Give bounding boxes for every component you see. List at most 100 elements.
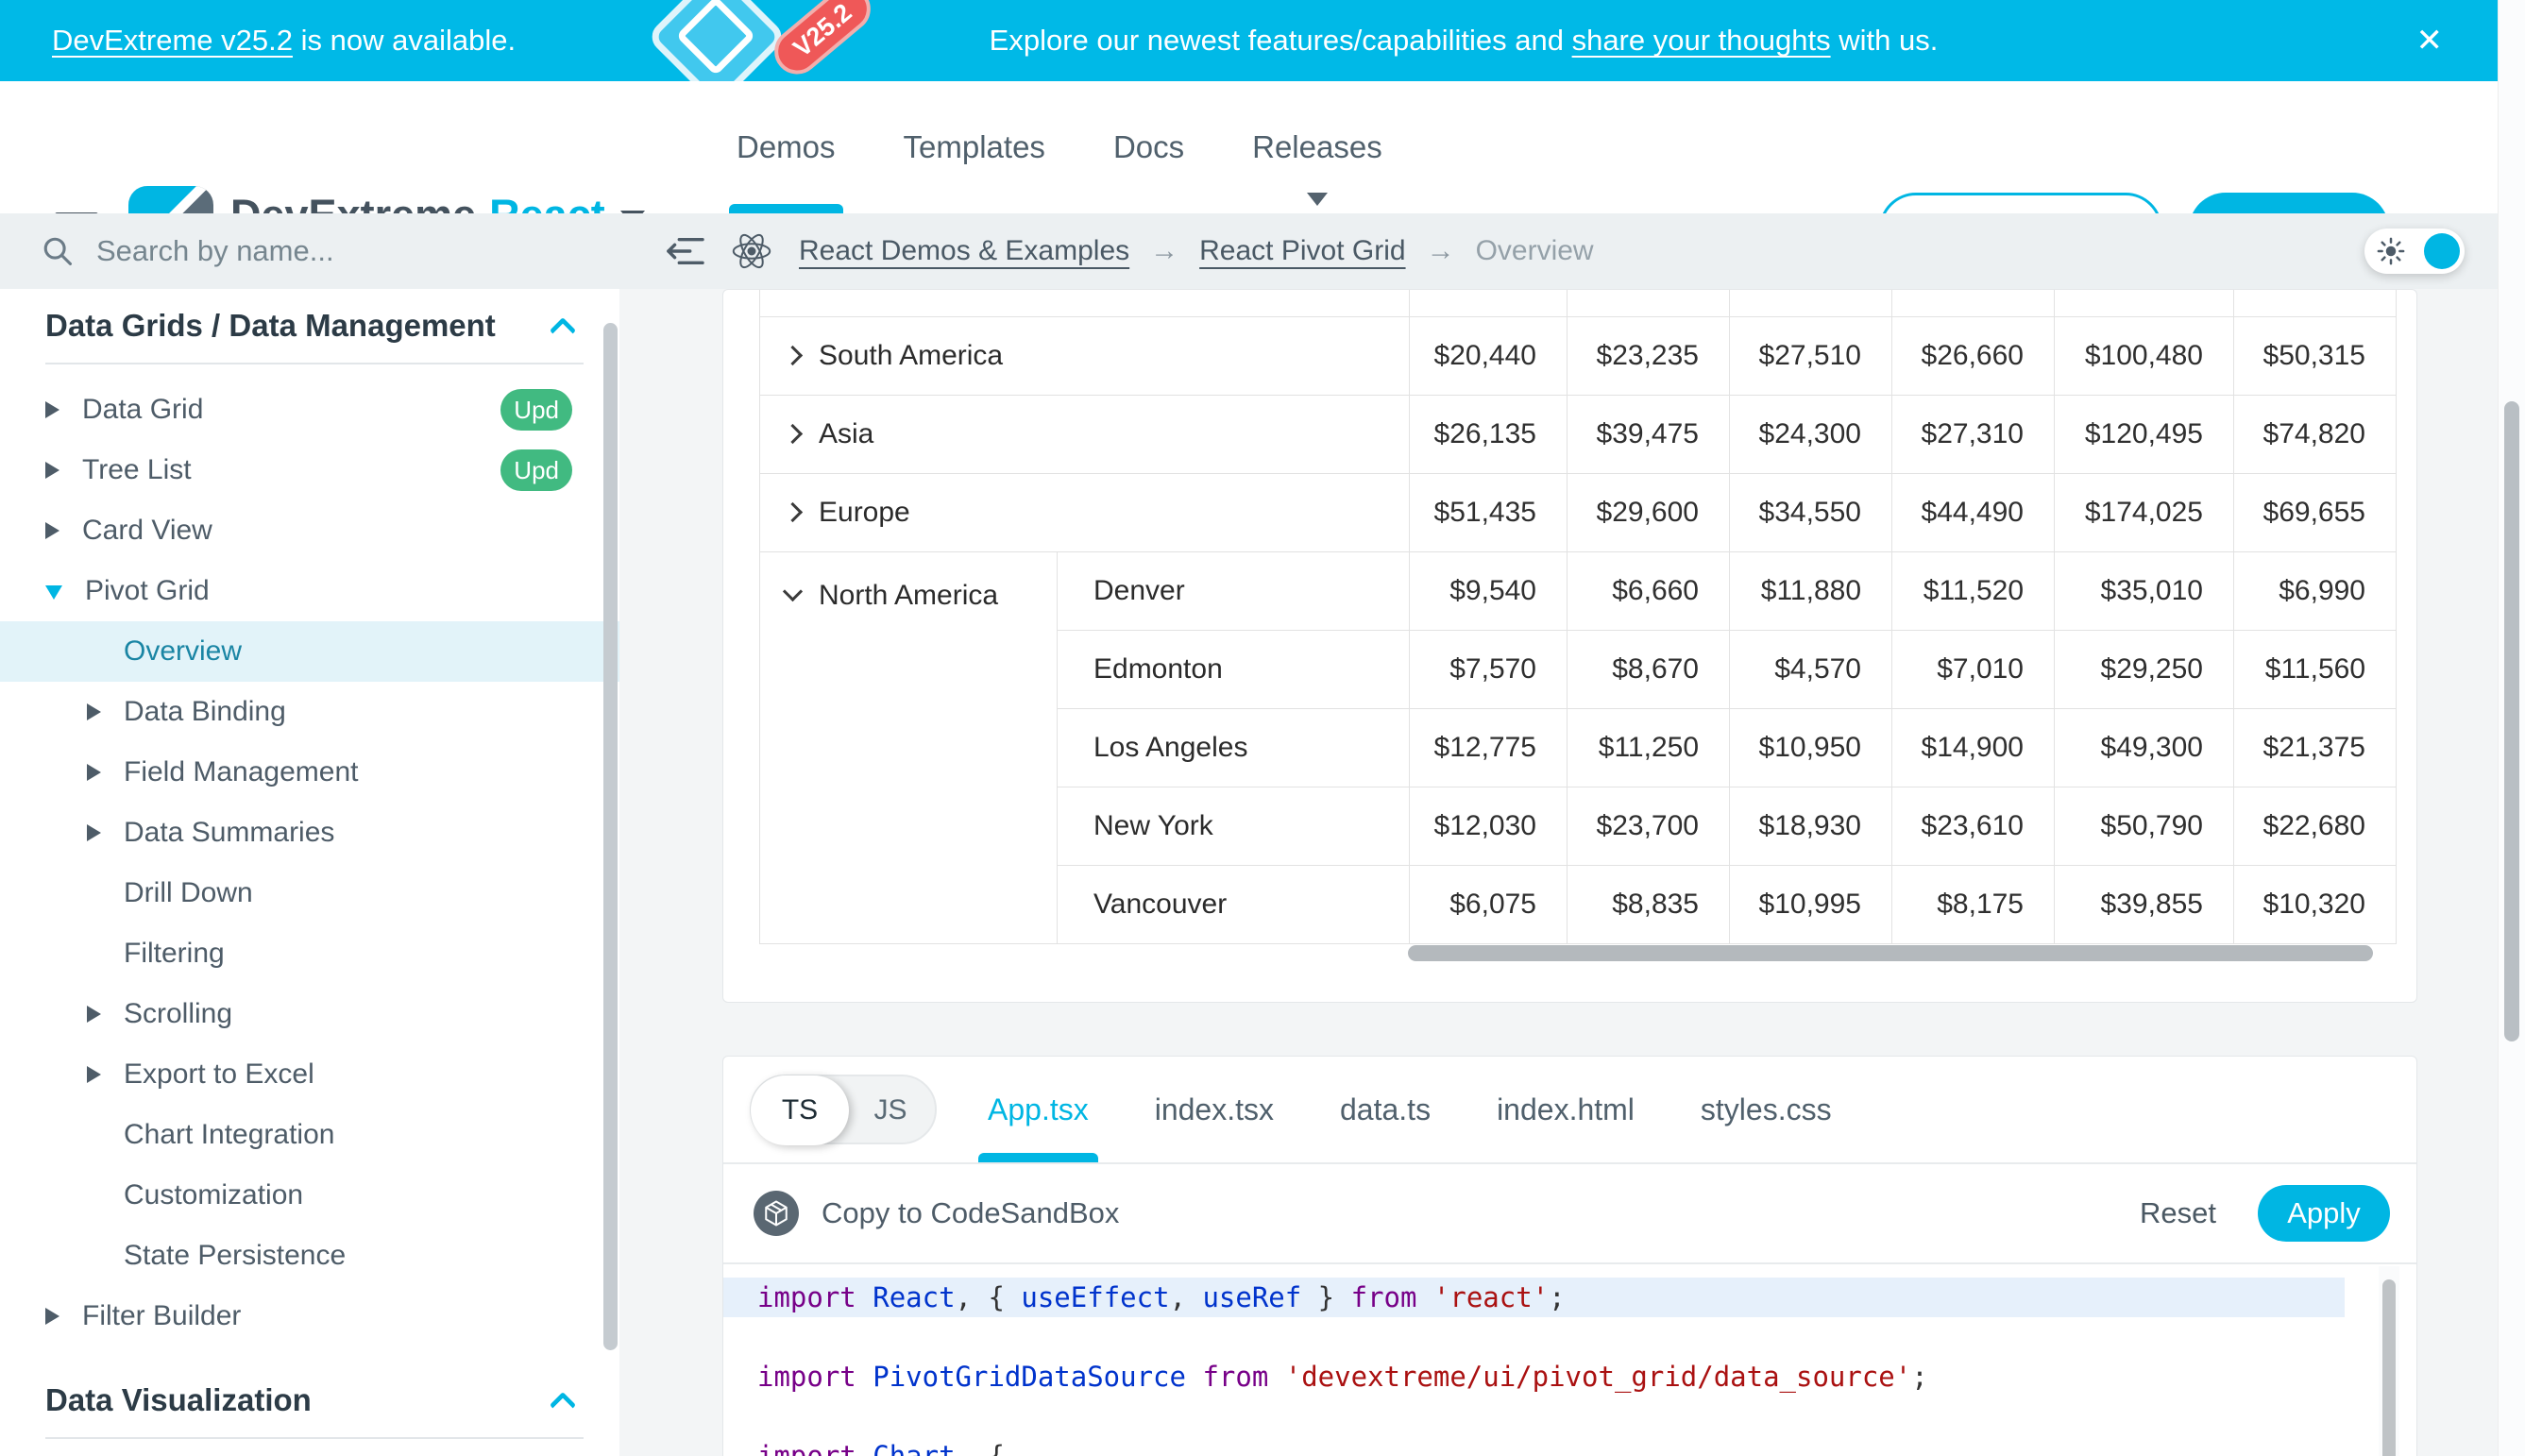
code-token bbox=[856, 1440, 873, 1456]
nav-templates[interactable]: Templates bbox=[904, 81, 1045, 213]
sidebar-item-drill-down[interactable]: Drill Down bbox=[0, 863, 619, 923]
sidebar-item-tree-list[interactable]: Tree ListUpd bbox=[0, 440, 619, 500]
nav-label: Docs bbox=[1113, 129, 1184, 165]
tab-index-html[interactable]: index.html bbox=[1497, 1057, 1635, 1162]
code-panel-card: TS JS App.tsx index.tsx data.ts index.html s… bbox=[722, 1056, 2417, 1456]
nav-docs[interactable]: Docs bbox=[1113, 81, 1184, 213]
expand-icon[interactable] bbox=[783, 346, 803, 365]
breadcrumb-react-pivot-grid[interactable]: React Pivot Grid bbox=[1199, 235, 1405, 267]
language-toggle[interactable]: TS JS bbox=[750, 1075, 937, 1144]
sidebar-section-data-visualization[interactable]: Data Visualization bbox=[0, 1363, 619, 1437]
pivot-value-cell: $6,660 bbox=[1568, 551, 1730, 630]
theme-toggle[interactable] bbox=[2364, 229, 2465, 274]
breadcrumb-separator: → bbox=[1150, 235, 1178, 267]
code-token: , bbox=[1170, 1281, 1203, 1313]
expand-icon[interactable] bbox=[783, 424, 803, 444]
sidebar-item-data-binding[interactable]: Data Binding bbox=[0, 682, 619, 742]
pivot-value-cell: $69,655 bbox=[2234, 473, 2397, 551]
code-editor[interactable]: import React, { useEffect, useRef } from… bbox=[723, 1264, 2416, 1456]
sidebar-item-overview[interactable]: Overview bbox=[0, 621, 619, 682]
sidebar-item-label: Overview bbox=[124, 635, 242, 668]
sidebar-section-data-grids[interactable]: Data Grids / Data Management bbox=[0, 289, 619, 363]
code-token bbox=[1268, 1361, 1284, 1393]
apply-button[interactable]: Apply bbox=[2258, 1185, 2390, 1242]
code-line: import PivotGridDataSource from 'devextr… bbox=[723, 1357, 2416, 1397]
sidebar-item-scrolling[interactable]: Scrolling bbox=[0, 984, 619, 1044]
tab-styles-css[interactable]: styles.css bbox=[1701, 1057, 1832, 1162]
pivot-value-cell: $24,300 bbox=[1730, 395, 1892, 473]
pivot-value-cell: $49,300 bbox=[2055, 708, 2234, 787]
language-toggle-ts[interactable]: TS bbox=[751, 1075, 849, 1145]
announcement-banner: DevExtreme v25.2 is now available. V25.2… bbox=[0, 0, 2498, 81]
pivot-value-cell: $34,550 bbox=[1730, 473, 1892, 551]
pivot-value-cell: $4,570 bbox=[1730, 630, 1892, 708]
pivot-value-cell: $174,025 bbox=[2055, 473, 2234, 551]
sidebar-scrollbar-thumb[interactable] bbox=[603, 323, 618, 1350]
theme-toggle-knob[interactable] bbox=[2424, 233, 2460, 269]
pivot-clipped-cell bbox=[1730, 290, 1892, 316]
sidebar-item-filtering[interactable]: Filtering bbox=[0, 923, 619, 984]
sidebar-item-data-grid[interactable]: Data GridUpd bbox=[0, 380, 619, 440]
region-name: Europe bbox=[819, 497, 910, 529]
nav-demos[interactable]: Demos bbox=[737, 81, 836, 213]
share-your-thoughts-link[interactable]: share your thoughts bbox=[1572, 24, 1831, 58]
code-token bbox=[1416, 1281, 1432, 1313]
language-toggle-js[interactable]: JS bbox=[846, 1076, 935, 1144]
chevron-right-icon bbox=[45, 401, 59, 418]
pivot-value-cell: $11,560 bbox=[2234, 630, 2397, 708]
tab-app-tsx[interactable]: App.tsx bbox=[988, 1057, 1089, 1162]
search-bar bbox=[0, 213, 619, 289]
code-token bbox=[856, 1361, 873, 1393]
pivot-value-cell: $26,660 bbox=[1892, 316, 2055, 395]
sidebar-item-card-view[interactable]: Card View bbox=[0, 500, 619, 561]
code-token: useEffect bbox=[1021, 1281, 1169, 1313]
pivot-value-cell: $27,510 bbox=[1730, 316, 1892, 395]
table-horizontal-scrollbar[interactable] bbox=[1408, 945, 2373, 961]
expand-icon[interactable] bbox=[783, 502, 803, 522]
page-scrollbar-thumb[interactable] bbox=[2504, 401, 2519, 1041]
collapse-sidebar-icon[interactable] bbox=[665, 233, 704, 269]
tab-data-ts[interactable]: data.ts bbox=[1340, 1057, 1431, 1162]
sidebar-item-field-management[interactable]: Field Management bbox=[0, 742, 619, 803]
region-name: Asia bbox=[819, 418, 873, 450]
search-input[interactable] bbox=[94, 233, 500, 269]
sidebar-item-filter-builder[interactable]: Filter Builder bbox=[0, 1286, 619, 1346]
pivot-value-cell: $23,235 bbox=[1568, 316, 1730, 395]
nav-releases[interactable]: Releases bbox=[1252, 81, 1382, 213]
collapse-icon[interactable] bbox=[783, 582, 803, 601]
code-token: , { bbox=[956, 1281, 1022, 1313]
tab-index-tsx[interactable]: index.tsx bbox=[1155, 1057, 1274, 1162]
code-line-blank bbox=[723, 1317, 2416, 1357]
sidebar-item-export-to-excel[interactable]: Export to Excel bbox=[0, 1044, 619, 1105]
sidebar-item-data-summaries[interactable]: Data Summaries bbox=[0, 803, 619, 863]
pivot-region-cell[interactable]: South America bbox=[760, 316, 1410, 395]
sidebar-item-customization[interactable]: Customization bbox=[0, 1165, 619, 1226]
page-scrollbar-track bbox=[2498, 0, 2525, 1456]
sidebar-item-label: Filter Builder bbox=[82, 1300, 241, 1332]
chevron-right-icon bbox=[87, 764, 101, 781]
pivot-clipped-cell bbox=[1892, 290, 2055, 316]
nav-label: Demos bbox=[737, 129, 836, 165]
breadcrumb-react-demos-examples[interactable]: React Demos & Examples bbox=[799, 235, 1129, 267]
reset-button[interactable]: Reset bbox=[2140, 1164, 2216, 1262]
sidebar-item-state-persistence[interactable]: State Persistence bbox=[0, 1226, 619, 1286]
close-icon[interactable]: ✕ bbox=[2416, 0, 2444, 81]
breadcrumb-separator: → bbox=[1427, 235, 1455, 267]
pivot-clipped-cell bbox=[2055, 290, 2234, 316]
pivot-value-cell: $23,700 bbox=[1568, 787, 1730, 865]
pivot-region-cell[interactable]: Europe bbox=[760, 473, 1410, 551]
banner-version-link[interactable]: DevExtreme v25.2 bbox=[52, 24, 293, 58]
sidebar-item-pivot-grid[interactable]: Pivot Grid bbox=[0, 561, 619, 621]
pivot-clipped-cell bbox=[2234, 290, 2397, 316]
copy-to-codesandbox-button[interactable]: Copy to CodeSandBox bbox=[822, 1164, 1119, 1262]
code-scrollbar-thumb[interactable] bbox=[2382, 1279, 2396, 1456]
pivot-value-cell: $29,250 bbox=[2055, 630, 2234, 708]
pivot-region-cell[interactable]: North America bbox=[760, 551, 1058, 943]
sidebar-item-chart-integration[interactable]: Chart Integration bbox=[0, 1105, 619, 1165]
pivot-region-cell[interactable]: Asia bbox=[760, 395, 1410, 473]
codesandbox-icon[interactable] bbox=[754, 1191, 799, 1236]
banner-message-post: with us. bbox=[1831, 24, 1939, 58]
pivot-table: South America$20,440$23,235$27,510$26,66… bbox=[759, 290, 2397, 944]
pivot-clipped-cell bbox=[1410, 290, 1568, 316]
code-line: import Chart, { bbox=[723, 1436, 2416, 1456]
